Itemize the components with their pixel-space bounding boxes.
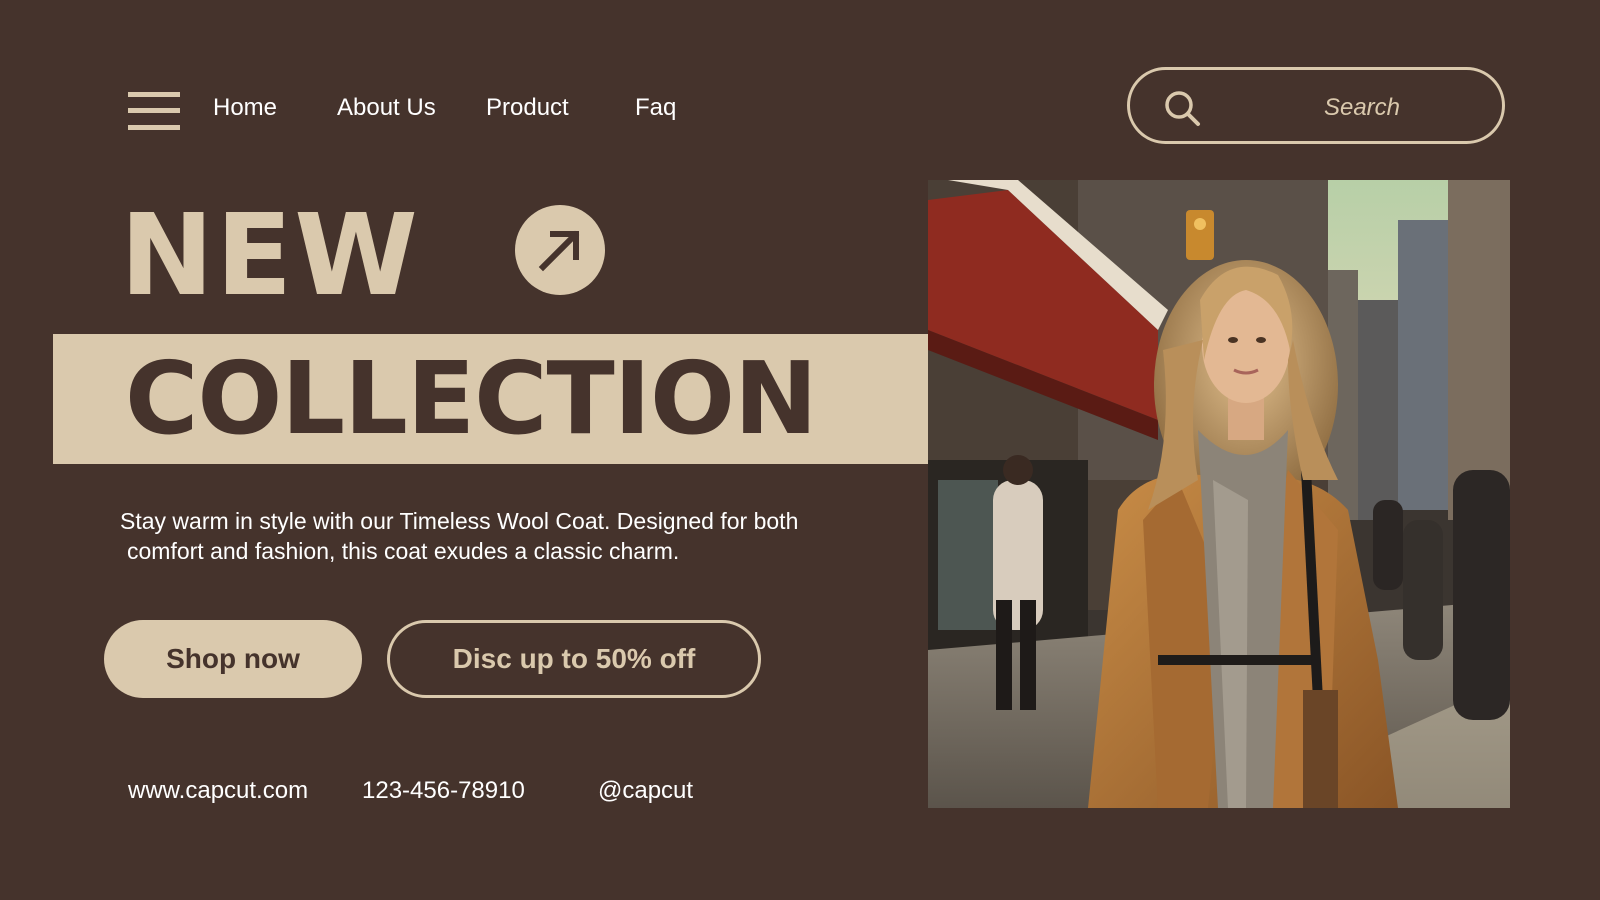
menu-bar-bottom [128,125,180,130]
arrow-up-right-icon [538,230,580,272]
menu-bar-middle [128,108,180,113]
nav-link-faq[interactable]: Faq [635,90,676,126]
collection-band: COLLECTION [53,334,1024,464]
discount-button[interactable]: Disc up to 50% off [387,620,761,698]
hero-description: Stay warm in style with our Timeless Woo… [120,506,900,566]
footer-social[interactable]: @capcut [598,775,693,807]
search-input[interactable] [1240,90,1484,126]
search-icon [1165,91,1200,126]
description-line-2: comfort and fashion, this coat exudes a … [127,538,680,564]
nav-link-home[interactable]: Home [213,90,277,126]
search-box[interactable] [1127,67,1505,144]
street-fashion-photo [928,180,1510,808]
headline-collection: COLLECTION [125,340,818,457]
nav-link-product[interactable]: Product [486,90,569,126]
footer-phone: 123-456-78910 [362,777,525,804]
headline-new: NEW [120,191,420,321]
shop-now-button[interactable]: Shop now [104,620,362,698]
menu-icon[interactable] [128,92,180,134]
arrow-badge[interactable] [515,205,605,295]
menu-bar-top [128,92,180,97]
description-line-1: Stay warm in style with our Timeless Woo… [120,508,799,534]
footer-website[interactable]: www.capcut.com [128,775,308,807]
hero-photo [928,180,1510,808]
nav-link-about-us[interactable]: About Us [337,90,436,126]
